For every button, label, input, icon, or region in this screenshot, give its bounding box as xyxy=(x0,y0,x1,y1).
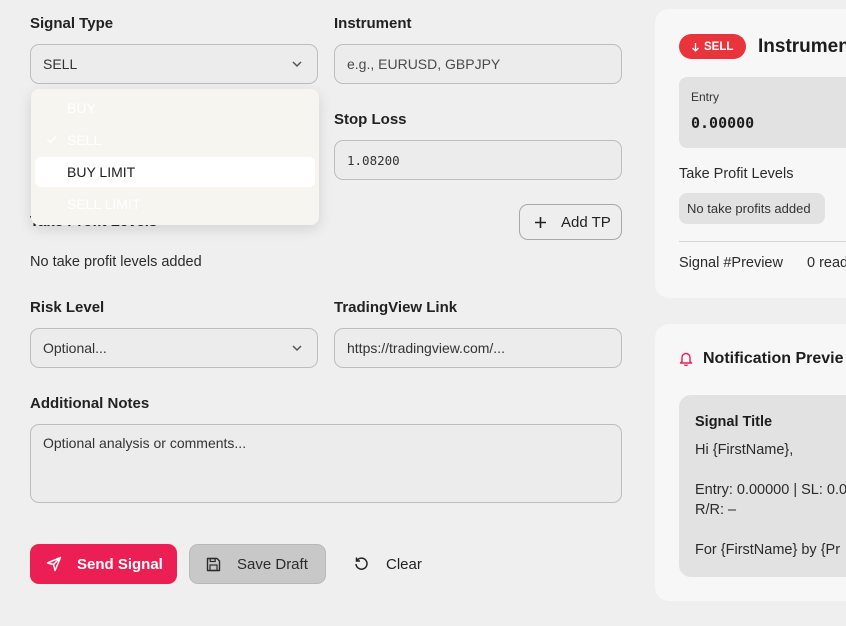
entry-label: Entry xyxy=(691,90,720,104)
dropdown-option-sell-limit[interactable]: SELL LIMIT xyxy=(35,189,315,219)
sell-badge-label: SELL xyxy=(704,40,734,53)
plus-icon xyxy=(535,217,546,228)
preview-tp-empty: No take profits added xyxy=(679,193,825,224)
signal-type-value: SELL xyxy=(43,56,78,72)
instrument-placeholder: e.g., EURUSD, GBPJPY xyxy=(347,56,501,72)
stop-loss-input[interactable]: 1.08200 xyxy=(334,140,622,180)
entry-value: 0.00000 xyxy=(691,114,755,132)
no-tp-text: No take profit levels added xyxy=(30,254,202,270)
notification-title: Notification Previe xyxy=(703,350,844,367)
tradingview-label: TradingView Link xyxy=(334,299,458,316)
notes-textarea[interactable]: Optional analysis or comments... xyxy=(30,424,622,503)
stop-loss-label: Stop Loss xyxy=(334,111,407,128)
dropdown-option-buy[interactable]: BUY xyxy=(35,93,315,123)
instrument-label: Instrument xyxy=(334,15,412,32)
dropdown-option-buy-limit[interactable]: BUY LIMIT xyxy=(35,157,315,187)
check-icon xyxy=(46,135,58,144)
clear-label: Clear xyxy=(386,555,422,573)
add-tp-label: Add TP xyxy=(561,213,611,231)
notification-rr-line: R/R: – xyxy=(695,502,737,518)
notes-label: Additional Notes xyxy=(30,395,150,412)
instrument-input[interactable]: e.g., EURUSD, GBPJPY xyxy=(334,44,622,84)
dropdown-option-label: SELL xyxy=(67,132,102,148)
preview-signal-id: Signal #Preview xyxy=(679,255,783,271)
risk-level-select[interactable]: Optional... xyxy=(30,328,318,368)
clear-button[interactable]: Clear xyxy=(340,544,440,584)
dropdown-option-label: BUY LIMIT xyxy=(67,164,136,180)
signal-type-label: Signal Type xyxy=(30,15,114,32)
risk-level-value: Optional... xyxy=(43,340,107,356)
chevron-down-icon xyxy=(292,61,302,68)
preview-tp-label: Take Profit Levels xyxy=(679,166,794,182)
risk-level-label: Risk Level xyxy=(30,299,105,316)
arrow-down-icon xyxy=(692,42,699,52)
save-draft-button[interactable]: Save Draft xyxy=(189,544,326,584)
save-icon xyxy=(206,557,221,572)
send-signal-button[interactable]: Send Signal xyxy=(30,544,177,584)
send-icon xyxy=(46,556,62,572)
reset-icon xyxy=(355,557,368,570)
entry-box: Entry 0.00000 xyxy=(679,77,846,148)
add-tp-button[interactable]: Add TP xyxy=(519,204,622,240)
notification-signal-title: Signal Title xyxy=(695,414,773,430)
bell-icon xyxy=(679,352,693,366)
stop-loss-value: 1.08200 xyxy=(347,152,400,168)
preview-read-count: 0 read xyxy=(807,255,846,271)
notification-preview-card: Notification Previe Signal Title Hi {Fir… xyxy=(655,324,846,601)
tradingview-input[interactable]: https://tradingview.com/... xyxy=(334,328,622,368)
send-signal-label: Send Signal xyxy=(77,555,163,573)
save-draft-label: Save Draft xyxy=(237,555,308,573)
signal-type-select[interactable]: SELL xyxy=(30,44,318,84)
dropdown-option-sell[interactable]: SELL xyxy=(35,125,315,155)
tradingview-placeholder: https://tradingview.com/... xyxy=(347,340,505,356)
preview-instrument-title: Instrumen xyxy=(758,36,846,57)
notification-footer-line: For {FirstName} by {Pr xyxy=(695,542,841,558)
notification-entry-line: Entry: 0.00000 | SL: 0.0 xyxy=(695,482,846,498)
sell-badge: SELL xyxy=(679,34,746,59)
dropdown-option-label: SELL LIMIT xyxy=(67,196,141,212)
signal-preview-card: SELL Instrumen Entry 0.00000 Take Profit… xyxy=(655,9,846,298)
notification-body: Signal Title Hi {FirstName}, Entry: 0.00… xyxy=(679,395,846,577)
preview-divider xyxy=(679,241,846,242)
notes-placeholder: Optional analysis or comments... xyxy=(43,435,247,451)
chevron-down-icon xyxy=(292,345,302,352)
notification-greeting: Hi {FirstName}, xyxy=(695,442,794,458)
signal-type-dropdown: BUY SELL BUY LIMIT SELL LIMIT xyxy=(31,89,319,225)
dropdown-option-label: BUY xyxy=(67,100,96,116)
